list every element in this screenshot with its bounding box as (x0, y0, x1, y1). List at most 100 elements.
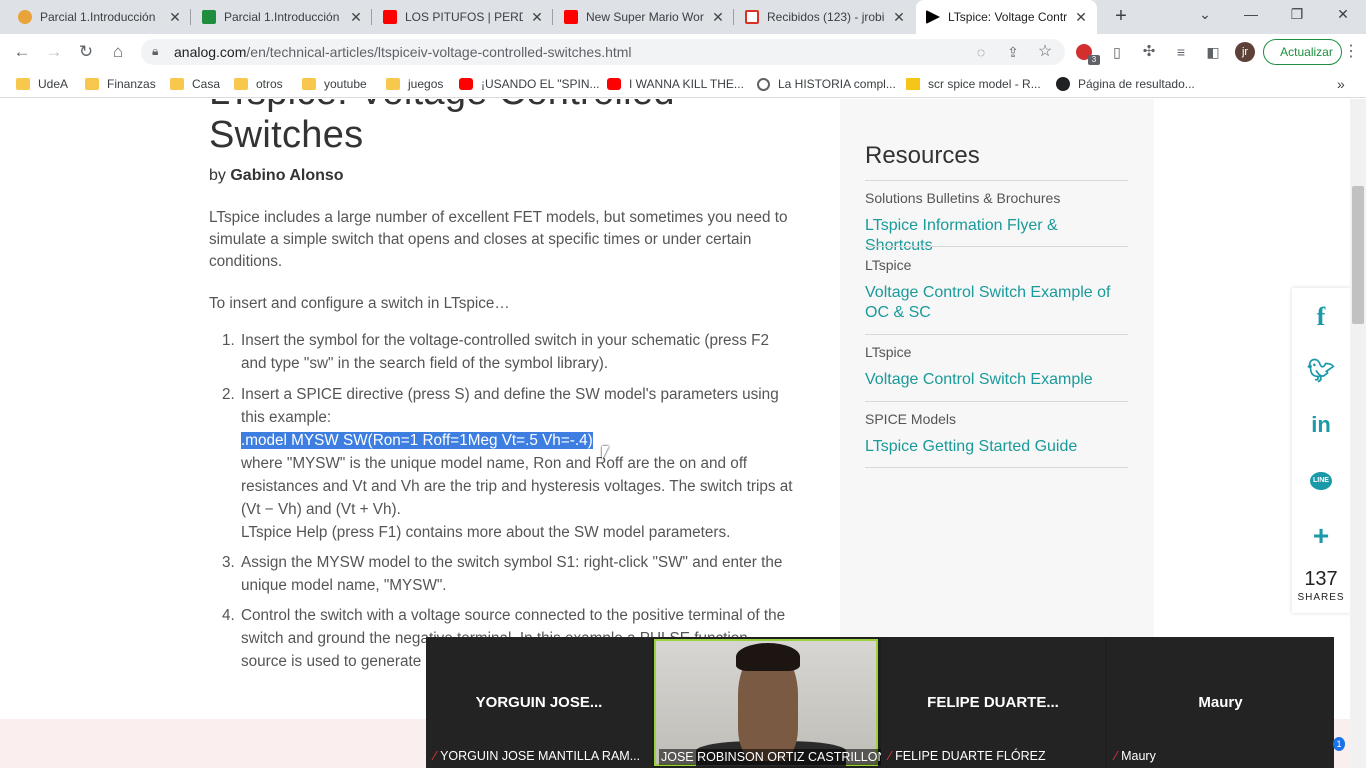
resource-category: LTspice (865, 257, 912, 273)
close-icon[interactable]: ✕ (167, 9, 183, 26)
step-2-text: Insert a SPICE directive (press S) and d… (241, 386, 779, 426)
eye-off-icon[interactable]: ◌ (971, 42, 991, 62)
bookmark-youtube[interactable]: youtube (302, 76, 367, 92)
minimize-button[interactable]: — (1239, 6, 1263, 26)
bookmark-finanzas[interactable]: Finanzas (85, 76, 156, 92)
author-link[interactable]: Gabino Alonso (230, 167, 343, 184)
tab-title: New Super Mario Wor (586, 10, 704, 24)
participant-label-text: FELIPE DUARTE FLÓREZ (895, 749, 1046, 763)
tab-4[interactable]: New Super Mario Wor ✕ (554, 0, 734, 34)
reload-icon[interactable]: ↻ (76, 42, 96, 62)
search-engine-icon (1056, 77, 1070, 91)
url-path: /en/technical-articles/ltspiceiv-voltage… (246, 44, 632, 60)
twitter-icon[interactable]: 🐦︎ (1292, 358, 1350, 384)
video-call-strip: YORGUIN JOSE... ⁄ YORGUIN JOSE MANTILLA R… (426, 637, 1334, 768)
share-icon[interactable]: ⇪ (1003, 42, 1023, 62)
byline: by Gabino Alonso (209, 167, 344, 185)
step-2-code[interactable]: .model MYSW SW(Ron=1 Roff=1Meg Vt=.5 Vh=… (241, 429, 797, 452)
scrollbar-thumb[interactable] (1352, 186, 1364, 324)
back-icon[interactable]: ← (12, 42, 32, 62)
tab-title: Parcial 1.Introducción (40, 10, 156, 24)
page-title-clipped: LTspice: Voltage Controlled (209, 99, 675, 114)
participant-name: Maury (1198, 694, 1243, 711)
bookmark-label: Casa (192, 77, 221, 91)
tab-6-active[interactable]: LTspice: Voltage Contr ✕ (916, 0, 1097, 34)
close-icon[interactable]: ✕ (1073, 9, 1089, 26)
close-icon[interactable]: ✕ (891, 9, 907, 26)
bookmark-label: juegos (408, 77, 444, 91)
step-1: Insert the symbol for the voltage-contro… (241, 332, 769, 372)
mic-off-icon: ⁄ (1115, 749, 1118, 763)
list-number: 4. (222, 607, 235, 624)
intro-paragraph: LTspice includes a large number of excel… (209, 209, 788, 270)
url-text[interactable]: analog.com/en/technical-articles/ltspice… (174, 44, 632, 60)
bookmark-spin[interactable]: ¡USANDO EL "SPIN... (459, 76, 600, 92)
linkedin-icon[interactable]: in (1292, 412, 1350, 438)
step-2: Insert a SPICE directive (press S) and d… (241, 383, 797, 544)
plus-icon[interactable]: + (1292, 520, 1350, 552)
bookmark-label: ¡USANDO EL "SPIN... (481, 77, 600, 91)
resource-link[interactable]: LTspice Information Flyer & Shortcuts (865, 216, 1128, 256)
bookmark-historia[interactable]: La HISTORIA compl... (757, 76, 896, 92)
new-tab-button[interactable]: + (1110, 6, 1132, 28)
close-icon[interactable]: ✕ (710, 9, 726, 26)
bookmark-udea[interactable]: UdeA (16, 76, 68, 92)
bookmark-pagina[interactable]: Página de resultado... (1056, 76, 1195, 92)
tab-3[interactable]: LOS PITUFOS | PERDÓ ✕ (373, 0, 553, 34)
tab-search-icon[interactable]: ⌄ (1193, 6, 1217, 26)
forward-icon[interactable]: → (44, 42, 64, 62)
globe-icon (757, 77, 770, 91)
page-title: Switches (209, 114, 364, 156)
resources-title: Resources (865, 142, 980, 169)
facebook-icon[interactable]: f (1292, 302, 1350, 332)
bookmark-label: La HISTORIA compl... (778, 77, 896, 91)
bookmark-juegos[interactable]: juegos (386, 76, 443, 92)
more-bookmarks-icon[interactable]: » (1337, 76, 1345, 92)
divider (865, 246, 1128, 247)
tab-2[interactable]: Parcial 1.Introducción ✕ (192, 0, 372, 34)
byline-prefix: by (209, 167, 226, 184)
line-icon[interactable]: LINE (1292, 469, 1350, 490)
sidepanel-icon[interactable]: ◧ (1203, 42, 1223, 62)
bookmark-iwanna[interactable]: I WANNA KILL THE... (607, 76, 744, 92)
selected-code[interactable]: .model MYSW SW(Ron=1 Roff=1Meg Vt=.5 Vh=… (241, 432, 593, 449)
tab-1[interactable]: Parcial 1.Introducción ✕ (8, 0, 191, 34)
close-window-button[interactable]: ✕ (1331, 6, 1355, 26)
star-icon[interactable]: ☆ (1035, 42, 1055, 62)
menu-icon[interactable]: ⋮ (1341, 42, 1361, 62)
play-icon (926, 10, 940, 24)
document-icon[interactable]: ▯ (1107, 42, 1127, 62)
tab-5[interactable]: Recibidos (123) - jrobi ✕ (735, 0, 915, 34)
participant-video[interactable]: JOSE ROBINSON ORTIZ CASTRILLON (654, 639, 889, 766)
bookmark-label: UdeA (38, 77, 69, 91)
home-icon[interactable]: ⌂ (108, 42, 128, 62)
resource-link[interactable]: Voltage Control Switch Example (865, 370, 1128, 390)
tab-title: Parcial 1.Introducción (224, 10, 340, 24)
participant-tile[interactable]: YORGUIN JOSE... ⁄ YORGUIN JOSE MANTILLA R… (426, 637, 652, 768)
avatar[interactable]: jr (1235, 42, 1255, 62)
close-icon[interactable]: ✕ (529, 9, 545, 26)
tab-strip: Parcial 1.Introducción ✕ Parcial 1.Intro… (0, 0, 1366, 34)
notification-badge: 1 (1333, 737, 1345, 751)
folder-icon (85, 78, 99, 90)
tab-title: LOS PITUFOS | PERDÓ (405, 10, 523, 24)
bookmarks-bar: UdeA Finanzas Casa otros youtube juegos … (0, 70, 1366, 98)
bookmark-otros[interactable]: otros (234, 76, 283, 92)
youtube-icon (564, 10, 578, 24)
update-button[interactable]: Actualizar (1263, 39, 1342, 65)
bookmark-casa[interactable]: Casa (170, 76, 220, 92)
participant-tile[interactable]: Maury ⁄ Maury (1107, 637, 1334, 768)
media-icon[interactable]: ≡ (1171, 42, 1191, 62)
divider (865, 467, 1128, 468)
st-logo-icon (906, 78, 920, 90)
puzzle-icon[interactable]: ✣ (1139, 42, 1159, 62)
resource-link[interactable]: Voltage Control Switch Example of OC & S… (865, 283, 1128, 323)
folder-icon (302, 78, 316, 90)
folder-icon (386, 78, 400, 90)
resource-link[interactable]: LTspice Getting Started Guide (865, 437, 1128, 457)
bookmark-scr[interactable]: scr spice model - R... (906, 76, 1041, 92)
restore-button[interactable]: ❐ (1285, 6, 1309, 26)
close-icon[interactable]: ✕ (348, 9, 364, 26)
participant-tile[interactable]: FELIPE DUARTE... ⁄ FELIPE DUARTE FLÓREZ (881, 637, 1105, 768)
bookmark-label: Página de resultado... (1078, 77, 1195, 91)
